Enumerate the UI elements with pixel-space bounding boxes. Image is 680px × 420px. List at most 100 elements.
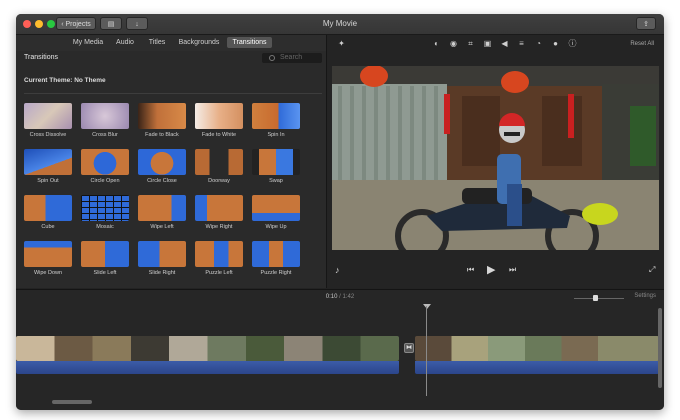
timeline-settings-button[interactable]: Settings <box>634 293 656 299</box>
wipe-right-icon <box>195 195 243 221</box>
transition-fade-to-black[interactable]: Fade to Black <box>137 103 187 141</box>
circle-close-icon <box>138 149 186 175</box>
puzzle-left-icon <box>195 241 243 267</box>
transition-wipe-left[interactable]: Wipe Left <box>137 195 187 233</box>
transition-label: Fade to Black <box>145 132 179 138</box>
search-placeholder: Search <box>280 54 303 61</box>
mosaic-icon <box>81 195 129 221</box>
wipe-down-icon <box>24 241 72 267</box>
transition-label: Spin Out <box>37 178 59 184</box>
playhead-handle[interactable] <box>423 304 431 309</box>
transition-label: Slide Left <box>93 270 117 276</box>
current-time: 0:10 <box>325 294 338 300</box>
video-clip-1[interactable] <box>16 336 399 361</box>
transition-label: Wipe Down <box>33 270 63 276</box>
transition-circle-open[interactable]: Circle Open <box>80 149 130 187</box>
microphone-icon[interactable]: ♪ <box>335 265 340 275</box>
transition-wipe-right[interactable]: Wipe Right <box>194 195 244 233</box>
transition-label: Spin In <box>267 132 285 138</box>
transition-cross-dissolve[interactable]: Cross Dissolve <box>23 103 73 141</box>
video-preview <box>332 66 659 250</box>
zoom-slider-knob[interactable] <box>593 295 598 301</box>
play-icon[interactable]: ▶ <box>487 263 495 276</box>
transition-label: Wipe Right <box>205 224 233 230</box>
swap-icon <box>252 149 300 175</box>
crop-icon[interactable]: ⌗ <box>466 39 475 48</box>
cross-blur-icon <box>81 103 129 129</box>
transition-slide-left[interactable]: Slide Left <box>80 241 130 279</box>
transition-wipe-up[interactable]: Wipe Up <box>251 195 301 233</box>
transition-label: Wipe Left <box>150 224 174 230</box>
title-bar: ‹ Projects ▤ ↓ My Movie ⇪ <box>16 14 664 35</box>
transition-spin-out[interactable]: Spin Out <box>23 149 73 187</box>
fullscreen-icon[interactable]: ⤢ <box>649 265 655 275</box>
skip-back-icon[interactable]: ⏮ <box>467 265 474 275</box>
transition-label: Mosaic <box>96 224 114 230</box>
wipe-up-icon <box>252 195 300 221</box>
section-title: Transitions <box>24 54 58 61</box>
fade-to-black-icon <box>138 103 186 129</box>
imovie-window: ‹ Projects ▤ ↓ My Movie ⇪ My Media Audio… <box>16 14 664 410</box>
tab-audio[interactable]: Audio <box>110 37 140 48</box>
search-field[interactable]: Search <box>262 53 322 63</box>
timeline: 0:10 / 1:42 Settings ⧓ <box>16 289 664 410</box>
transition-marker[interactable]: ⧓ <box>404 343 414 353</box>
puzzle-right-icon <box>252 241 300 267</box>
share-button[interactable]: ⇪ <box>636 17 656 30</box>
transition-puzzle-left[interactable]: Puzzle Left <box>194 241 244 279</box>
skip-forward-icon[interactable]: ⏭ <box>509 265 516 275</box>
vertical-scrollbar[interactable] <box>658 308 662 388</box>
viewer-pane: ✦ ◐ ◉ ⌗ ▣ ◀ ≡ ◔ ● ⓘ Reset All ♪ ⏮ ▶ ⏭ ⤢ <box>327 35 664 288</box>
color-balance-icon[interactable]: ◐ <box>432 39 441 48</box>
transition-mosaic[interactable]: Mosaic <box>80 195 130 233</box>
transition-wipe-down[interactable]: Wipe Down <box>23 241 73 279</box>
transition-label: Cross Blur <box>92 132 118 138</box>
transitions-grid: Cross Dissolve Cross Blur Fade to Black … <box>16 103 326 283</box>
current-theme-label: Current Theme: No Theme <box>24 77 106 84</box>
volume-icon[interactable]: ◀ <box>500 39 509 48</box>
section-header: Transitions Search <box>16 52 326 65</box>
speed-icon[interactable]: ◔ <box>534 39 543 48</box>
tab-titles[interactable]: Titles <box>142 37 172 48</box>
playhead[interactable] <box>426 306 427 396</box>
clip-filter-icon[interactable]: ● <box>551 39 560 48</box>
tab-backgrounds[interactable]: Backgrounds <box>174 37 224 48</box>
transition-label: Circle Open <box>90 178 120 184</box>
transition-slide-right[interactable]: Slide Right <box>137 241 187 279</box>
video-clip-2[interactable] <box>415 336 659 361</box>
tab-transitions[interactable]: Transitions <box>227 37 272 48</box>
color-correction-icon[interactable]: ◉ <box>449 39 458 48</box>
transition-spin-in[interactable]: Spin In <box>251 103 301 141</box>
time-separator: / <box>339 294 341 300</box>
magic-wand-icon[interactable]: ✦ <box>337 39 346 48</box>
noise-reduction-icon[interactable]: ≡ <box>517 39 526 48</box>
reset-all-button[interactable]: Reset All <box>630 41 654 47</box>
transition-doorway[interactable]: Doorway <box>194 149 244 187</box>
transition-label: Puzzle Left <box>205 270 233 276</box>
transition-swap[interactable]: Swap <box>251 149 301 187</box>
fade-to-white-icon <box>195 103 243 129</box>
audio-waveform-1[interactable] <box>16 361 399 374</box>
transition-cross-blur[interactable]: Cross Blur <box>80 103 130 141</box>
tab-my-media[interactable]: My Media <box>68 37 108 48</box>
wipe-left-icon <box>138 195 186 221</box>
browser-tabs: My Media Audio Titles Backgrounds Transi… <box>16 35 326 51</box>
transition-label: Swap <box>269 178 283 184</box>
zoom-slider-track[interactable] <box>574 298 624 299</box>
transition-puzzle-right[interactable]: Puzzle Right <box>251 241 301 279</box>
transition-cube[interactable]: Cube <box>23 195 73 233</box>
transition-label: Slide Right <box>148 270 176 276</box>
transition-label: Wipe Up <box>265 224 287 230</box>
transition-label: Cube <box>41 224 55 230</box>
transition-label: Puzzle Right <box>260 270 292 276</box>
audio-waveform-2[interactable] <box>415 361 659 374</box>
cross-dissolve-icon <box>24 103 72 129</box>
window-title: My Movie <box>322 19 358 28</box>
transition-fade-to-white[interactable]: Fade to White <box>194 103 244 141</box>
content-browser: My Media Audio Titles Backgrounds Transi… <box>16 35 327 288</box>
stabilization-icon[interactable]: ▣ <box>483 39 492 48</box>
horizontal-scrollbar[interactable] <box>52 400 92 404</box>
info-icon[interactable]: ⓘ <box>568 39 577 48</box>
transition-circle-close[interactable]: Circle Close <box>137 149 187 187</box>
video-frame-image <box>332 66 659 250</box>
